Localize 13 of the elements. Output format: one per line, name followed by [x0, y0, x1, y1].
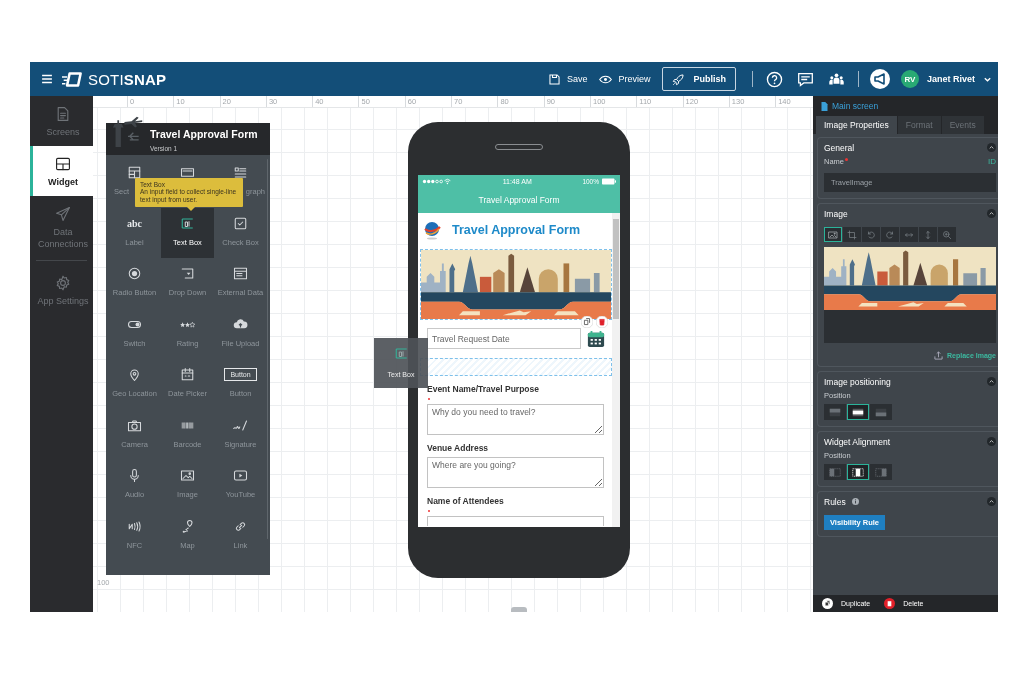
section-title: Rules — [824, 496, 846, 507]
field-label: Venue Address — [427, 443, 490, 453]
section-title: Widget Alignment — [824, 436, 891, 447]
field-label: Name of Attendees — [427, 496, 505, 506]
app-title: Travel Approval Form — [477, 194, 561, 207]
section-title: Image positioning — [824, 376, 891, 387]
section-title: Image — [824, 208, 848, 219]
brand-logo: SOTISNAP — [88, 70, 167, 88]
form-title: Travel Approval Form — [150, 128, 259, 140]
abc-glyph: abc — [127, 216, 142, 231]
form-heading: Travel Approval Form — [452, 223, 581, 237]
field-label: Event Name/Travel Purpose — [427, 384, 540, 394]
section-title: General — [824, 142, 855, 153]
